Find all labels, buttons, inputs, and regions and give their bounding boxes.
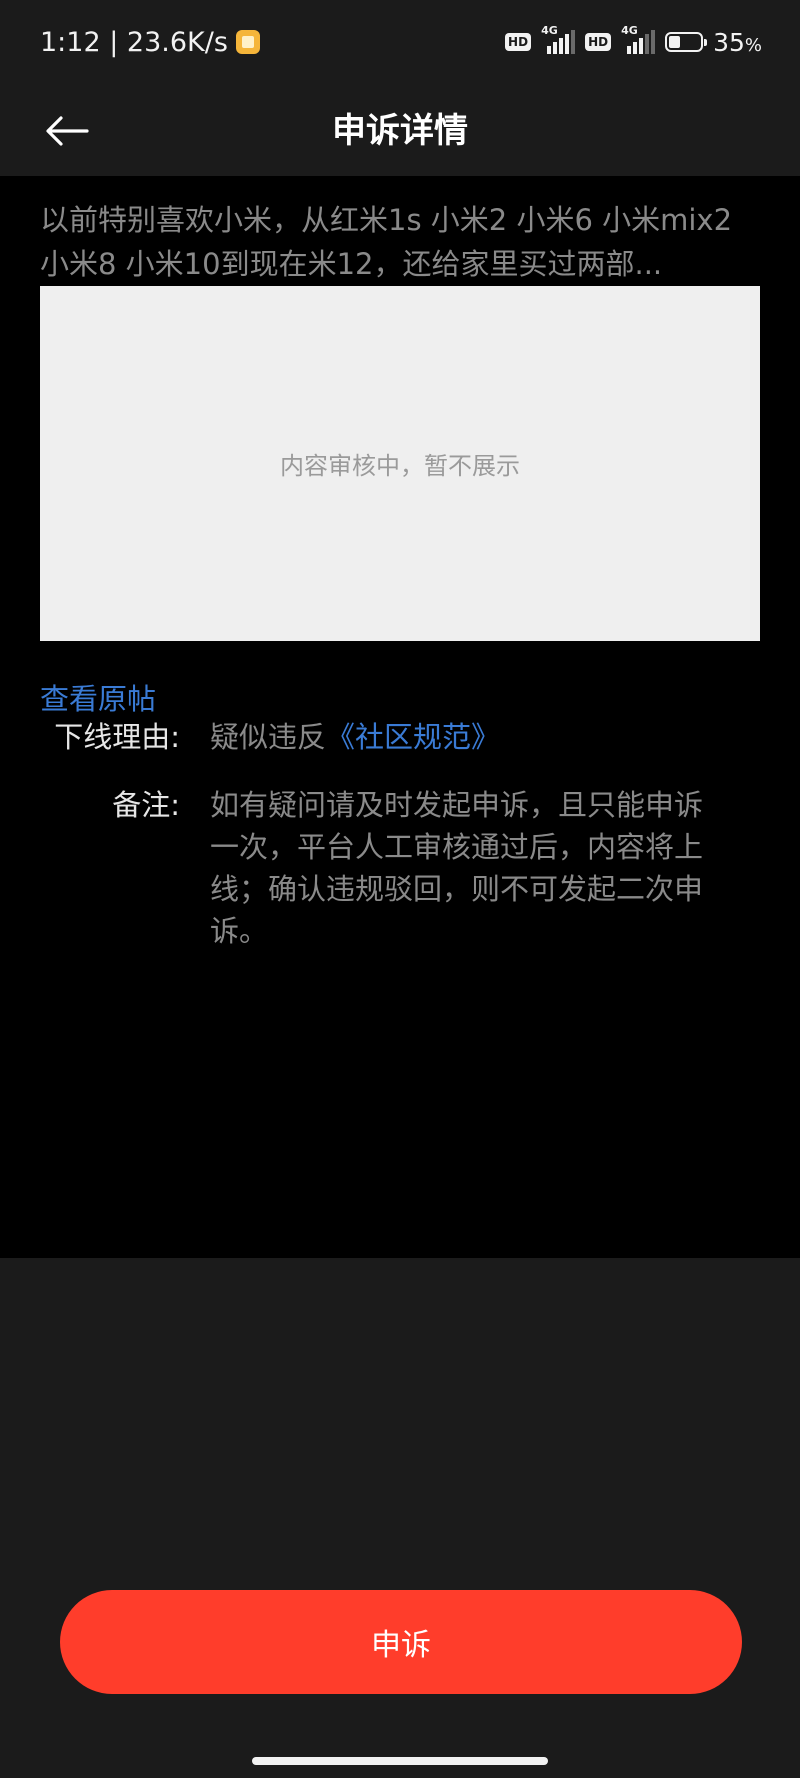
review-notice: 内容审核中，暂不展示 [280, 452, 520, 480]
offline-reason-text: 疑似违反 [210, 720, 327, 754]
content-under-review-placeholder: 内容审核中，暂不展示 [40, 286, 760, 641]
note-label: 备注: [112, 788, 180, 822]
network-type-sim2: 4G [621, 24, 638, 37]
appeal-content: 以前特别喜欢小米，从红米1s 小米2 小米6 小米mix2 小米8 小米10到现… [0, 176, 800, 1258]
home-indicator [252, 1757, 548, 1765]
network-type-sim1: 4G [541, 24, 558, 37]
post-excerpt-line: 小米8 小米10到现在米12，还给家里买过两部... [40, 247, 663, 281]
appeal-button[interactable]: 申诉 [60, 1590, 742, 1694]
battery-percent: 35% [713, 27, 762, 57]
post-excerpt: 以前特别喜欢小米，从红米1s 小米2 小米6 小米mix2 小米8 小米10到现… [40, 198, 764, 286]
offline-reason-value: 疑似违反《社区规范》 [210, 716, 730, 758]
arrow-left-icon [46, 116, 89, 146]
status-right: HD 4G HD 4G 35% [505, 22, 762, 62]
community-rules-link[interactable]: 《社区规范》 [326, 720, 500, 754]
hd-badge-sim2: HD [585, 33, 612, 51]
status-bar: 1:12 | 23.6K/s HD 4G HD 4G 35% [0, 0, 800, 86]
status-left: 1:12 | 23.6K/s [40, 22, 260, 62]
signal-icon-sim2: 4G [621, 24, 656, 54]
page-title: 申诉详情 [332, 111, 468, 151]
post-excerpt-line: 以前特别喜欢小米，从红米1s 小米2 小米6 小米mix2 [40, 203, 733, 237]
offline-reason-row: 下线理由: 疑似违反《社区规范》 [40, 716, 760, 758]
hd-badge-sim1: HD [505, 33, 532, 51]
battery-icon [665, 32, 708, 52]
note-row: 备注: 如有疑问请及时发起申诉，且只能申诉一次，平台人工审核通过后，内容将上线；… [40, 784, 760, 952]
signal-icon-sim1: 4G [541, 24, 576, 54]
note-text: 如有疑问请及时发起申诉，且只能申诉一次，平台人工审核通过后，内容将上线；确认违规… [210, 788, 704, 948]
network-speed: 23.6K/s [126, 26, 228, 58]
battery-fill [669, 36, 681, 48]
view-original-post-link[interactable]: 查看原帖 [40, 676, 156, 718]
offline-reason-label: 下线理由: [54, 720, 180, 754]
status-divider: | [100, 26, 127, 58]
back-button[interactable] [40, 104, 94, 158]
notification-app-icon [235, 30, 260, 54]
header: 申诉详情 [0, 86, 800, 176]
status-time: 1:12 [40, 26, 101, 58]
